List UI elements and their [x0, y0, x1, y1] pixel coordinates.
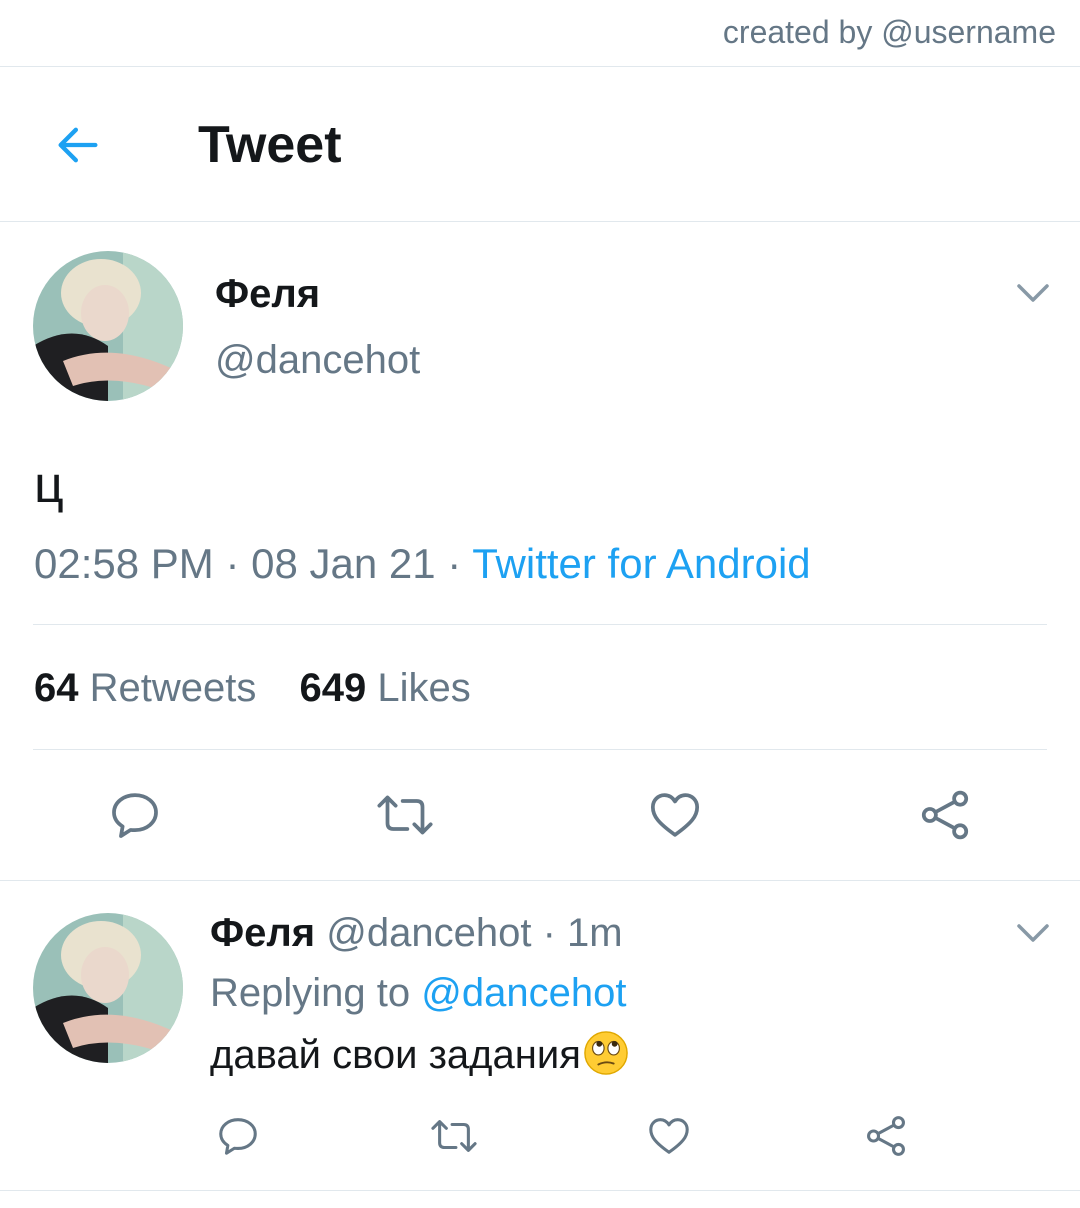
reply-avatar[interactable] — [33, 913, 183, 1063]
retweet-button[interactable] — [368, 780, 442, 850]
tweet-text: ц — [34, 456, 64, 514]
comment-icon — [112, 793, 158, 838]
reply-button[interactable] — [100, 780, 170, 850]
heart-icon — [650, 793, 700, 837]
chevron-down-icon[interactable] — [1013, 918, 1053, 948]
chevron-down-icon[interactable] — [1013, 278, 1053, 308]
reply-share-button[interactable] — [858, 1108, 914, 1164]
tweet-time: 02:58 PM — [34, 540, 214, 587]
replying-to-prefix: Replying to — [210, 971, 411, 1015]
avatar[interactable] — [33, 251, 183, 401]
watermark-bar: created by @username — [0, 0, 1080, 67]
face-with-rolling-eyes-emoji — [584, 1031, 628, 1075]
heart-icon — [649, 1118, 689, 1154]
meta-separator: · — [435, 540, 473, 587]
reply-reply-button[interactable] — [210, 1108, 266, 1164]
reply-retweet-button[interactable] — [424, 1108, 484, 1164]
reply-time: 1m — [567, 911, 623, 955]
reply-header: Феля @dancehot · 1m — [210, 911, 623, 956]
likes-label: Likes — [377, 666, 471, 710]
divider — [33, 624, 1047, 625]
top-app-bar: Tweet — [0, 67, 1080, 222]
page-title: Tweet — [198, 116, 342, 174]
divider — [33, 749, 1047, 750]
section-divider — [0, 1190, 1080, 1191]
retweets-stat[interactable]: 64 Retweets — [34, 666, 256, 710]
retweets-count: 64 — [34, 666, 79, 710]
share-icon — [921, 790, 969, 840]
likes-count: 649 — [299, 666, 367, 710]
author-handle[interactable]: @dancehot — [215, 338, 420, 383]
watermark-text: created by @username — [722, 14, 1056, 50]
meta-separator: · — [531, 911, 568, 955]
replying-to-line: Replying to @dancehot — [210, 971, 626, 1016]
reply-author-name[interactable]: Феля — [210, 911, 315, 955]
likes-stat[interactable]: 649 Likes — [300, 666, 471, 710]
retweets-label: Retweets — [89, 666, 257, 710]
replying-to-mention[interactable]: @dancehot — [421, 971, 626, 1015]
retweet-icon — [377, 795, 433, 835]
reply-author-handle[interactable]: @dancehot — [326, 911, 531, 955]
comment-icon — [219, 1118, 257, 1155]
tweet-source-link[interactable]: Twitter for Android — [472, 540, 810, 587]
arrow-left-icon — [58, 127, 98, 163]
back-button[interactable] — [50, 117, 106, 173]
reply-body: давай свои задания — [210, 1030, 629, 1078]
share-button[interactable] — [910, 780, 980, 850]
tweet-date: 08 Jan 21 — [251, 540, 436, 587]
author-name[interactable]: Феля — [215, 272, 320, 317]
tweet-stats: 64 Retweets 649 Likes — [34, 666, 503, 711]
reply-like-button[interactable] — [641, 1108, 697, 1164]
section-divider — [0, 880, 1080, 881]
meta-separator: · — [213, 540, 252, 587]
share-icon — [867, 1116, 905, 1156]
reply-text: давай свои задания — [210, 1033, 581, 1077]
like-button[interactable] — [640, 780, 710, 850]
tweet-meta: 02:58 PM · 08 Jan 21 · Twitter for Andro… — [34, 540, 811, 588]
retweet-icon — [431, 1120, 477, 1152]
